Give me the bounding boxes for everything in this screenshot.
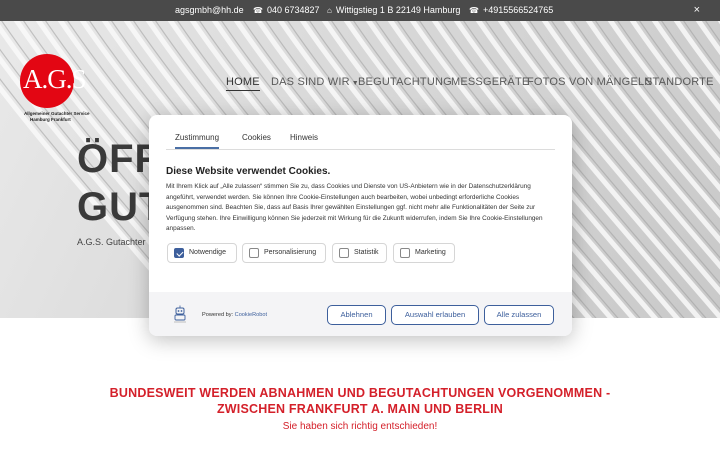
headline-line1: BUNDESWEIT WERDEN ABNAHMEN UND BEGUTACHT… (109, 386, 611, 400)
cookierobot-link[interactable]: CookieRobot (235, 312, 267, 318)
checkbox-marketing[interactable]: Marketing (393, 243, 455, 263)
contact-mobile[interactable]: ☎ +4915566524765 (469, 5, 553, 15)
contact-email[interactable]: agsgmbh@hh.de (175, 5, 244, 15)
checkbox-empty-icon (400, 248, 410, 258)
logo-subtitle: Allgemeiner Gutachter Service Hamburg Fr… (24, 111, 90, 122)
checkbox-statistik[interactable]: Statistik (332, 243, 387, 263)
hero-subtitle: A.G.S. Gutachter (77, 237, 146, 247)
checkbox-empty-icon (339, 248, 349, 258)
nav-fotos-von-maengeln[interactable]: FOTOS VON MÄNGELN (527, 76, 652, 88)
contact-address[interactable]: ⌂ Wittigstieg 1 B 22149 Hamburg (327, 5, 460, 15)
top-contact-bar: agsgmbh@hh.de ☎ 040 6734827 ⌂ Wittigstieg … (0, 0, 720, 21)
checkbox-empty-icon (249, 248, 259, 258)
headline-line2: ZWISCHEN FRANKFURT A. MAIN UND BERLIN (216, 402, 504, 416)
cookie-footer: Powered by: CookieRobot Ablehnen Auswahl… (149, 292, 572, 336)
nav-messgeraete[interactable]: MESSGERÄTE (451, 76, 529, 88)
logo-letters: A.G.S (23, 64, 87, 94)
nav-das-sind-wir[interactable]: DAS SIND WIR ▼ (271, 76, 359, 88)
cookie-consent-dialog: Zustimmung Cookies Hinweis Diese Website… (149, 115, 572, 336)
checkbox-personalisierung[interactable]: Personalisierung (242, 243, 326, 263)
home-icon: ⌂ (327, 6, 332, 15)
tab-hinweis[interactable]: Hinweis (290, 133, 318, 142)
close-icon[interactable]: × (694, 4, 700, 16)
accept-all-button[interactable]: Alle zulassen (484, 305, 554, 325)
tab-zustimmung[interactable]: Zustimmung (175, 133, 220, 149)
cookierobot-logo-icon (174, 305, 186, 323)
cookie-title: Diese Website verwendet Cookies. (166, 166, 331, 177)
contact-phone[interactable]: ☎ 040 6734827 (253, 5, 320, 15)
nav-begutachtung[interactable]: BEGUTACHTUNG (358, 76, 452, 88)
phone-icon: ☎ (253, 6, 263, 15)
tab-cookies[interactable]: Cookies (242, 133, 271, 142)
nav-standorte[interactable]: STANDORTE (645, 76, 714, 88)
nav-home[interactable]: HOME (226, 76, 260, 91)
tagline: Sie haben sich richtig entschieden! (282, 421, 438, 432)
checkbox-checked-icon (174, 248, 184, 258)
checkbox-notwendige[interactable]: Notwendige (167, 243, 237, 263)
site-logo[interactable]: A.G.S Allgemeiner Gutachter Service Hamb… (20, 54, 96, 122)
cookie-tabs: Zustimmung Cookies Hinweis (166, 126, 555, 150)
decline-button[interactable]: Ablehnen (327, 305, 386, 325)
hero-title-line1: ÖFF (77, 137, 160, 181)
powered-by: Powered by: CookieRobot (202, 312, 267, 318)
phone-icon: ☎ (469, 6, 479, 15)
allow-selection-button[interactable]: Auswahl erlauben (391, 305, 479, 325)
cookie-description: Mit Ihrem Klick auf „Alle zulassen“ stim… (166, 183, 543, 233)
